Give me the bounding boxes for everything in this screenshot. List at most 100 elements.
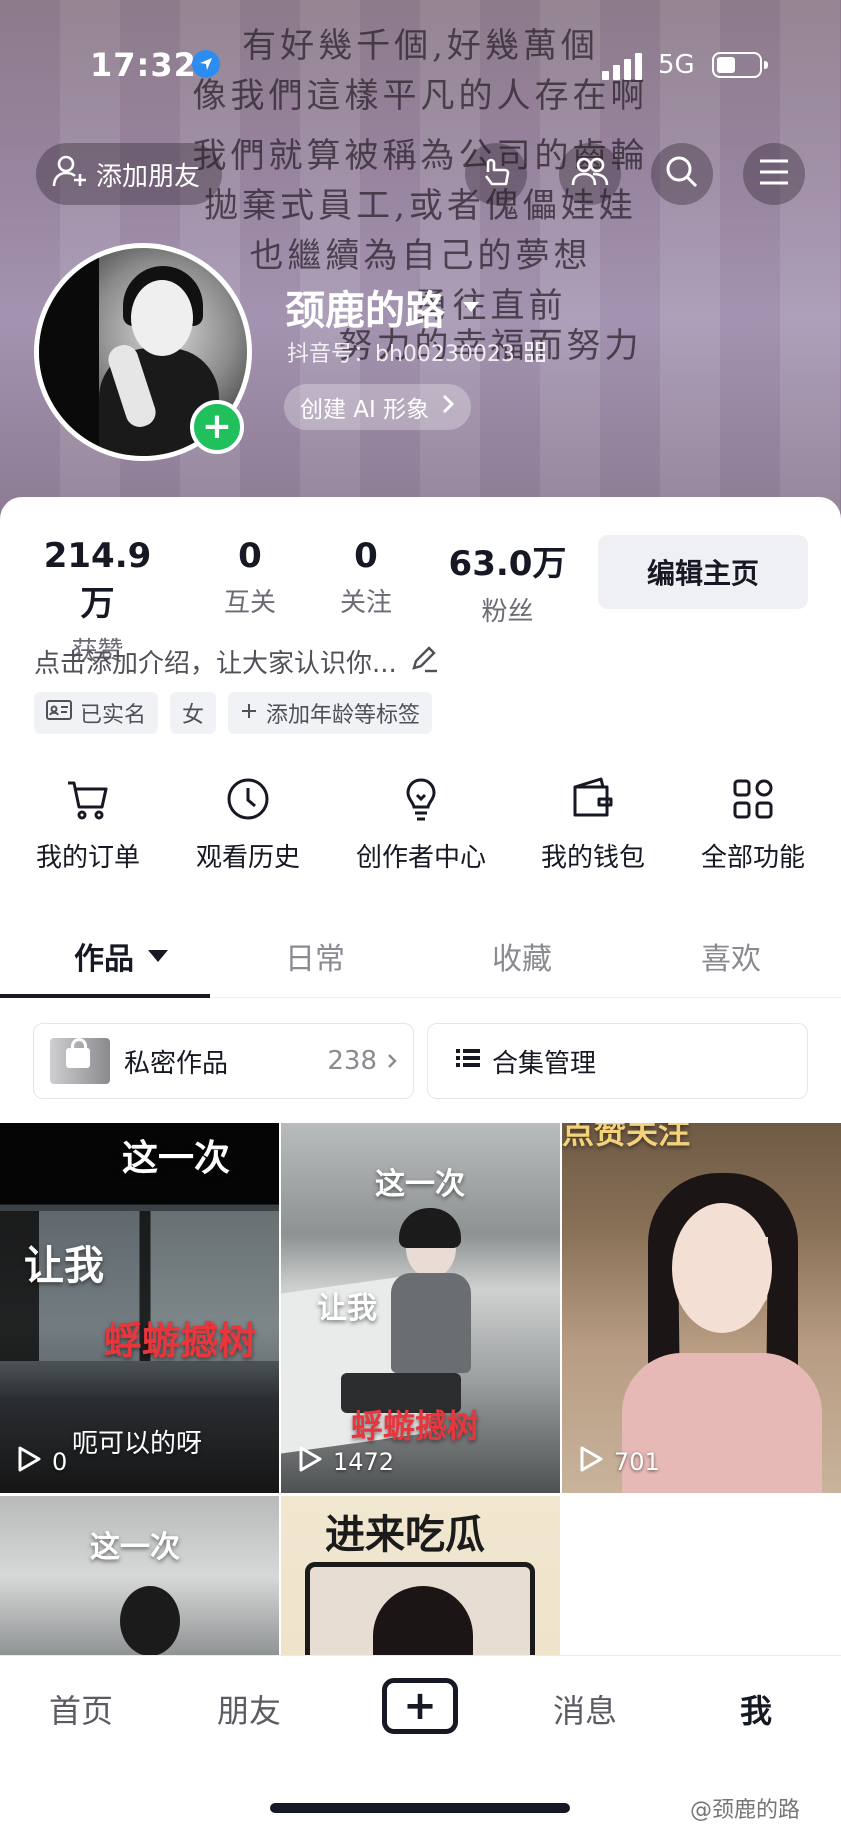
collection-manage-button[interactable]: 合集管理 — [427, 1023, 808, 1099]
verified-label: 已实名 — [80, 703, 147, 728]
network-type: 5G — [658, 50, 695, 80]
visitor-icon — [478, 154, 514, 194]
private-works-count-value: 238 — [327, 1046, 377, 1076]
quick-action-orders[interactable]: 我的订单 — [8, 775, 168, 874]
active-tab-indicator — [0, 994, 210, 998]
video-thumbnail[interactable]: 点赞关注 701 — [562, 1123, 841, 1493]
gender-label: 女 — [182, 703, 205, 728]
id-card-icon — [46, 700, 72, 726]
status-bar: 17:32 5G — [0, 0, 841, 130]
add-friend-label: 添加朋友 — [96, 161, 201, 192]
profile-tags: 已实名 女 添加年龄等标签 — [34, 692, 433, 734]
home-indicator[interactable] — [270, 1803, 570, 1813]
video-caption-mid: 让我 — [24, 1243, 104, 1289]
nav-friends[interactable]: 朋友 — [217, 1686, 281, 1732]
douyin-id[interactable]: 抖音号：bh00230023 — [287, 336, 545, 368]
collection-manage-label: 合集管理 — [492, 1048, 597, 1079]
battery-icon — [712, 52, 768, 78]
location-arrow-icon — [192, 50, 220, 78]
stat-following[interactable]: 0 关注 — [316, 536, 416, 619]
friends-button[interactable] — [559, 143, 621, 205]
play-icon — [578, 1445, 604, 1479]
quick-action-wallet[interactable]: 我的钱包 — [513, 775, 673, 874]
video-caption-mid: 让我 — [317, 1291, 377, 1326]
video-caption-top: 这一次 — [90, 1530, 180, 1565]
menu-icon — [758, 158, 790, 190]
tab-daily[interactable]: 日常 — [285, 934, 345, 978]
status-time: 17:32 — [90, 46, 197, 84]
play-count-value: 701 — [614, 1448, 660, 1476]
publish-button[interactable]: + — [382, 1678, 458, 1734]
video-play-count: 0 — [16, 1445, 67, 1479]
video-thumbnail[interactable]: 这一次 让我 蜉蝣撼树 1472 — [281, 1123, 560, 1493]
stat-value: 0 — [354, 536, 378, 576]
play-count-value: 0 — [52, 1448, 68, 1476]
play-icon — [297, 1445, 323, 1479]
video-thumbnail[interactable]: 这一次 — [0, 1496, 279, 1656]
stat-label: 关注 — [339, 588, 392, 618]
quick-action-creator-center[interactable]: 创作者中心 — [341, 775, 501, 874]
private-works-count: 238 — [327, 1046, 397, 1076]
private-works-label: 私密作品 — [124, 1048, 229, 1079]
add-person-icon — [52, 154, 88, 195]
wallet-icon — [569, 775, 617, 823]
nickname-text: 颈鹿的路 — [285, 288, 445, 334]
stat-followers[interactable]: 63.0万 粉丝 — [445, 536, 570, 628]
add-friend-button[interactable]: 添加朋友 — [36, 143, 223, 205]
quick-action-label: 我的订单 — [35, 843, 140, 873]
chevron-right-icon — [441, 393, 455, 421]
video-caption-red: 蜉蝣撼树 — [104, 1319, 257, 1363]
list-icon — [456, 1046, 480, 1076]
caret-down-icon — [148, 950, 168, 962]
edit-profile-button[interactable]: 编辑主页 — [598, 535, 808, 609]
bio-placeholder: 点击添加介绍，让大家认识你... — [34, 649, 397, 679]
video-thumbnail[interactable]: 进来吃瓜 — [281, 1496, 560, 1656]
lock-icon — [66, 1038, 90, 1068]
nav-me[interactable]: 我 — [740, 1686, 772, 1732]
create-ai-avatar-label: 创建 AI 形象 — [300, 397, 430, 423]
signal-icon — [602, 52, 646, 80]
quick-action-history[interactable]: 观看历史 — [168, 775, 328, 874]
plus-icon — [240, 701, 258, 726]
tab-favorites[interactable]: 收藏 — [492, 934, 552, 978]
stat-label: 互关 — [223, 588, 276, 618]
bio[interactable]: 点击添加介绍，让大家认识你... — [34, 643, 439, 680]
quick-action-label: 观看历史 — [195, 843, 300, 873]
caret-down-icon — [463, 302, 479, 312]
stat-mutual[interactable]: 0 互关 — [200, 536, 300, 619]
create-ai-avatar-button[interactable]: 创建 AI 形象 — [284, 384, 472, 430]
video-caption-top: 点赞关注 — [562, 1123, 691, 1151]
verified-tag[interactable]: 已实名 — [34, 692, 159, 734]
play-count-value: 1472 — [333, 1448, 395, 1476]
bulb-icon — [397, 775, 445, 823]
chevron-right-icon — [387, 1046, 397, 1076]
avatar-add-button[interactable]: + — [190, 400, 244, 454]
quick-action-all-features[interactable]: 全部功能 — [673, 775, 833, 874]
gender-tag[interactable]: 女 — [170, 692, 217, 734]
plus-icon: + — [201, 406, 233, 447]
tab-likes[interactable]: 喜欢 — [701, 934, 761, 978]
pencil-icon — [409, 643, 439, 680]
search-button[interactable] — [651, 143, 713, 205]
video-caption-top: 进来吃瓜 — [325, 1512, 485, 1558]
nav-home[interactable]: 首页 — [49, 1686, 113, 1732]
quick-action-label: 全部功能 — [700, 843, 805, 873]
qr-code-icon — [524, 342, 545, 362]
menu-button[interactable] — [743, 143, 805, 205]
tab-label: 作品 — [74, 942, 134, 977]
stat-value: 214.9万 — [43, 536, 152, 624]
add-tag-button[interactable]: 添加年龄等标签 — [228, 692, 433, 734]
video-thumbnail[interactable]: 这一次 让我 蜉蝣撼树 呃可以的呀 0 — [0, 1123, 279, 1493]
quick-action-label: 创作者中心 — [355, 843, 486, 873]
douyin-id-text: 抖音号：bh00230023 — [287, 342, 515, 367]
nickname[interactable]: 颈鹿的路 — [285, 278, 479, 336]
watermark: @颈鹿的路 — [690, 1798, 801, 1823]
clock-icon — [224, 775, 272, 823]
tab-works[interactable]: 作品 — [74, 934, 168, 978]
visitor-button[interactable] — [465, 143, 527, 205]
private-works-button[interactable]: 私密作品 238 — [33, 1023, 414, 1099]
plus-icon: + — [403, 1683, 437, 1729]
stat-label: 粉丝 — [481, 597, 534, 627]
nav-messages[interactable]: 消息 — [553, 1686, 617, 1732]
quick-actions: 我的订单 观看历史 创作者中心 我的钱包 全部功能 — [0, 775, 841, 875]
